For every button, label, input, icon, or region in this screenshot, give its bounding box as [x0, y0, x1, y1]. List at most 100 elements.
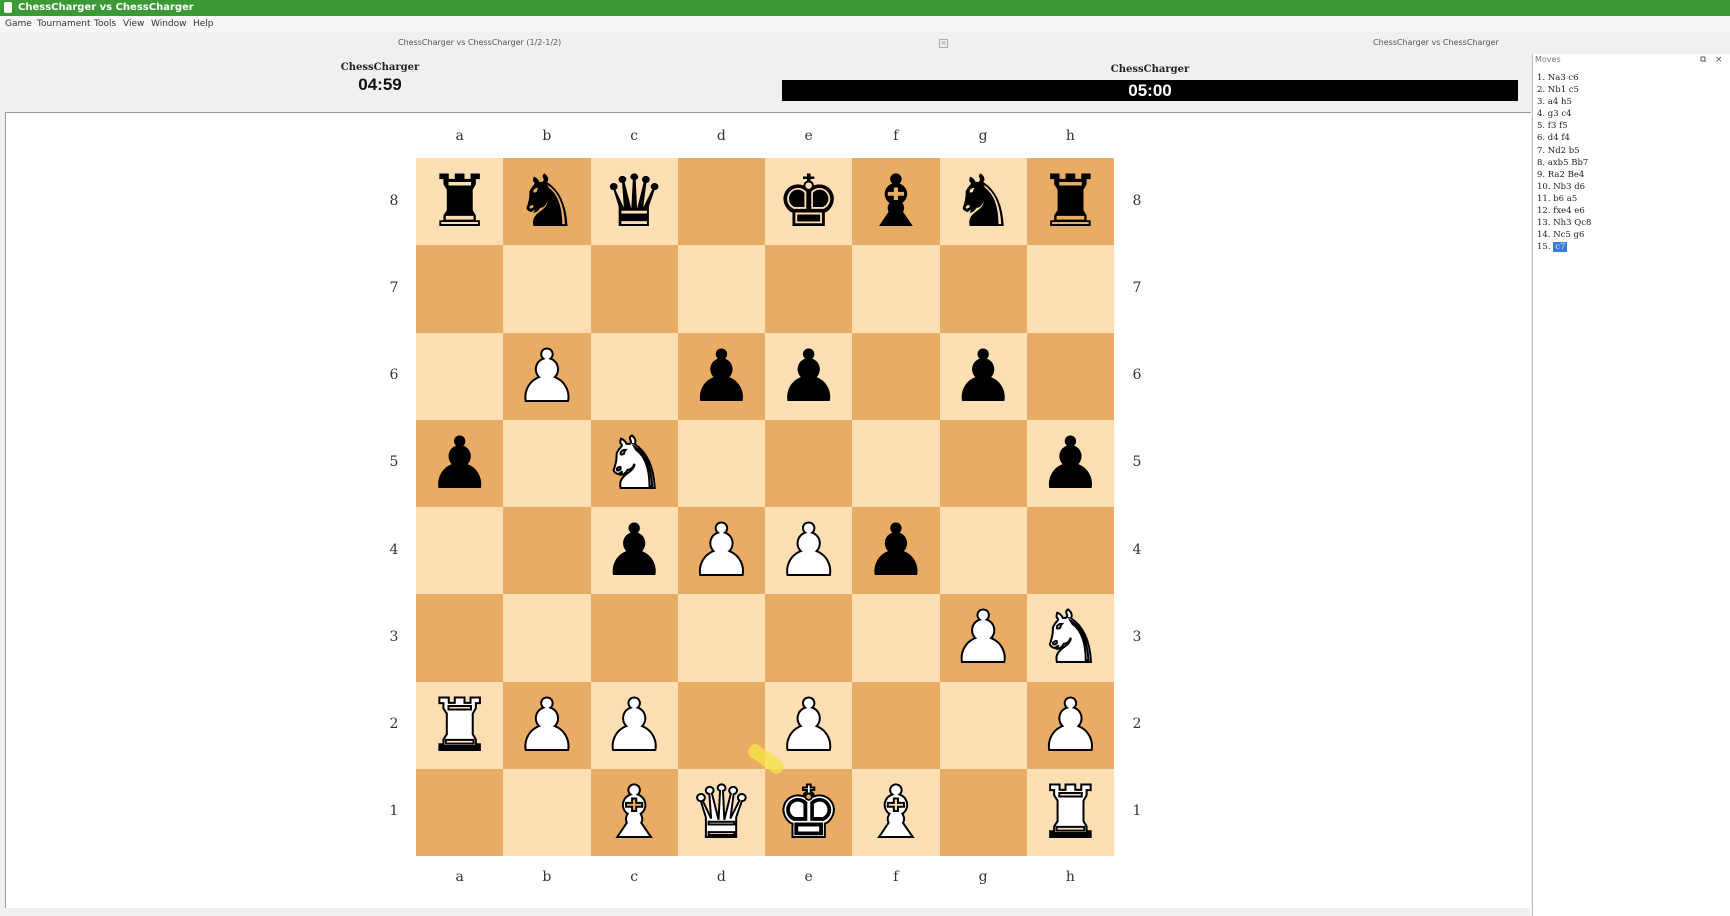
black-pawn-icon[interactable]: ♟: [416, 420, 503, 507]
square-e8[interactable]: ♚: [765, 158, 853, 246]
square-c6[interactable]: [590, 332, 678, 420]
square-g3[interactable]: ♟: [939, 594, 1027, 682]
move-row[interactable]: 5. f3 f5: [1537, 120, 1722, 132]
move-row-current[interactable]: 15. c7: [1537, 241, 1722, 253]
square-g1[interactable]: [939, 768, 1027, 856]
move-row[interactable]: 9. Ra2 Be4: [1537, 169, 1722, 181]
white-knight-icon[interactable]: ♞: [1027, 594, 1114, 681]
move-row[interactable]: 10. Nb3 d6: [1537, 181, 1722, 193]
square-d5[interactable]: [677, 419, 765, 507]
square-h2[interactable]: ♟: [1026, 681, 1114, 769]
square-e1[interactable]: ♚: [765, 769, 853, 856]
square-d1[interactable]: ♛: [677, 769, 765, 856]
move-row[interactable]: 7. Nd2 b5: [1537, 145, 1722, 157]
black-pawn-icon[interactable]: ♟: [678, 333, 765, 420]
move-row[interactable]: 8. axb5 Bb7: [1537, 157, 1722, 169]
square-b5[interactable]: [503, 419, 591, 507]
square-e3[interactable]: [765, 594, 853, 682]
white-bishop-icon[interactable]: ♝: [852, 769, 939, 856]
square-a6[interactable]: [416, 332, 504, 420]
black-pawn-icon[interactable]: ♟: [852, 507, 939, 594]
close-icon[interactable]: ×: [1715, 55, 1723, 65]
square-f8[interactable]: ♝: [852, 158, 940, 246]
square-a7[interactable]: [416, 245, 504, 333]
square-d8[interactable]: [677, 158, 765, 246]
square-h4[interactable]: [1026, 507, 1114, 595]
square-b2[interactable]: ♟: [503, 681, 591, 769]
white-pawn-icon[interactable]: ♟: [765, 507, 852, 594]
black-knight-icon[interactable]: ♞: [940, 158, 1027, 245]
white-pawn-icon[interactable]: ♟: [940, 594, 1027, 681]
move-row[interactable]: 4. g3 c4: [1537, 108, 1722, 120]
menu-help[interactable]: Help: [193, 16, 214, 32]
square-a8[interactable]: ♜: [416, 158, 504, 246]
white-pawn-icon[interactable]: ♟: [503, 332, 590, 420]
move-row[interactable]: 13. Nh3 Qc8: [1537, 217, 1722, 229]
square-a2[interactable]: ♜: [416, 681, 504, 769]
move-row[interactable]: 6. d4 f4: [1537, 132, 1722, 144]
black-rook-icon[interactable]: ♜: [416, 158, 503, 245]
square-g7[interactable]: [939, 245, 1027, 333]
menu-game[interactable]: Game: [5, 16, 32, 32]
black-queen-icon[interactable]: ♛: [591, 158, 678, 245]
square-f6[interactable]: [852, 332, 940, 420]
square-g5[interactable]: [939, 419, 1027, 507]
square-b7[interactable]: [503, 245, 591, 333]
black-knight-icon[interactable]: ♞: [503, 158, 590, 245]
tab-close-icon[interactable]: ×: [939, 39, 948, 48]
square-a4[interactable]: [416, 507, 504, 595]
white-bishop-icon[interactable]: ♝: [591, 769, 678, 856]
square-c2[interactable]: ♟: [590, 681, 678, 769]
move-row[interactable]: 2. Nb1 c5: [1537, 84, 1722, 96]
move-row[interactable]: 3. a4 h5: [1537, 96, 1722, 108]
menu-tools[interactable]: Tools: [94, 16, 116, 32]
white-knight-icon[interactable]: ♞: [591, 420, 678, 507]
black-pawn-icon[interactable]: ♟: [940, 333, 1027, 420]
square-a3[interactable]: [416, 594, 504, 682]
square-c3[interactable]: [590, 594, 678, 682]
square-c5[interactable]: ♞: [590, 420, 678, 507]
square-d7[interactable]: [677, 245, 765, 333]
black-bishop-icon[interactable]: ♝: [852, 158, 939, 245]
white-rook-icon[interactable]: ♜: [1027, 769, 1114, 856]
black-pawn-icon[interactable]: ♟: [765, 333, 852, 420]
white-pawn-icon[interactable]: ♟: [1027, 681, 1114, 769]
square-f3[interactable]: [852, 594, 940, 682]
square-a5[interactable]: ♟: [416, 419, 504, 507]
square-g8[interactable]: ♞: [939, 158, 1027, 246]
white-pawn-icon[interactable]: ♟: [678, 507, 765, 594]
square-h8[interactable]: ♜: [1026, 158, 1114, 246]
square-c1[interactable]: ♝: [590, 769, 678, 856]
square-c7[interactable]: [590, 245, 678, 333]
square-h6[interactable]: [1026, 332, 1114, 420]
tab-game-secondary[interactable]: ChessCharger vs ChessCharger: [1373, 38, 1499, 47]
square-h1[interactable]: ♜: [1026, 769, 1114, 856]
move-row[interactable]: 1. Na3 c6: [1537, 72, 1722, 84]
move-row[interactable]: 12. fxe4 e6: [1537, 205, 1722, 217]
square-d3[interactable]: [677, 594, 765, 682]
square-b3[interactable]: [503, 594, 591, 682]
square-e6[interactable]: ♟: [765, 332, 853, 420]
square-f4[interactable]: ♟: [852, 507, 940, 595]
square-b8[interactable]: ♞: [503, 158, 591, 246]
square-e7[interactable]: [765, 245, 853, 333]
white-king-icon[interactable]: ♚: [765, 769, 852, 856]
square-f1[interactable]: ♝: [852, 769, 940, 856]
float-icon[interactable]: ⧉: [1700, 55, 1706, 65]
square-f2[interactable]: [852, 681, 940, 769]
square-g6[interactable]: ♟: [939, 332, 1027, 420]
square-h7[interactable]: [1026, 245, 1114, 333]
square-f5[interactable]: [852, 419, 940, 507]
square-e4[interactable]: ♟: [765, 507, 853, 595]
square-c4[interactable]: ♟: [590, 507, 678, 595]
menu-view[interactable]: View: [123, 16, 144, 32]
move-row[interactable]: 11. b6 a5: [1537, 193, 1722, 205]
square-b6[interactable]: ♟: [503, 332, 591, 420]
square-g4[interactable]: [939, 507, 1027, 595]
square-e2[interactable]: ♟: [765, 681, 853, 769]
current-move-highlight[interactable]: c7: [1553, 242, 1568, 253]
black-pawn-icon[interactable]: ♟: [591, 507, 678, 594]
black-king-icon[interactable]: ♚: [765, 158, 852, 245]
square-g2[interactable]: [939, 681, 1027, 769]
square-f7[interactable]: [852, 245, 940, 333]
